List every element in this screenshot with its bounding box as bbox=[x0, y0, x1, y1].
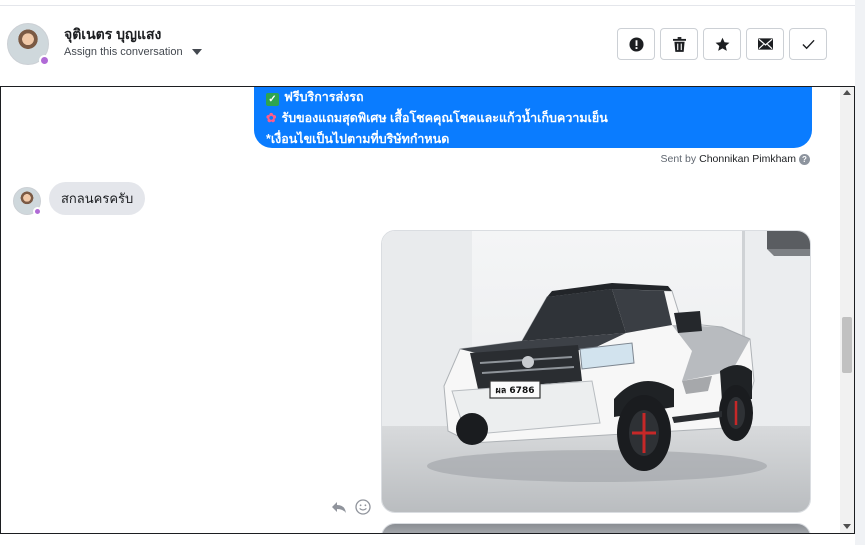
check-icon bbox=[801, 39, 815, 49]
trash-icon bbox=[672, 36, 686, 52]
image-attachment[interactable]: ผล 6786 bbox=[381, 230, 811, 513]
status-badge bbox=[33, 207, 42, 216]
mark-done-button[interactable] bbox=[789, 28, 827, 60]
contact-avatar[interactable] bbox=[7, 23, 50, 66]
conversation-header: จุติเนตร บุญแสง Assign this conversation bbox=[0, 7, 855, 85]
scroll-up-arrow-icon[interactable] bbox=[843, 90, 851, 95]
thread-scrollbar[interactable] bbox=[840, 87, 854, 533]
contact-avatar-small[interactable] bbox=[13, 187, 42, 216]
incoming-message-bubble[interactable]: สกลนครครับ bbox=[49, 182, 146, 215]
message-thread[interactable]: ✓ ฟรีบริการส่งรถ ✿ รับของแถมสุดพิเศษ เสื้อ… bbox=[0, 86, 855, 534]
message-line: ✓ ฟรีบริการส่งรถ bbox=[266, 87, 798, 108]
contact-name[interactable]: จุติเนตร บุญแสง bbox=[64, 24, 161, 46]
exclamation-circle-icon bbox=[628, 36, 644, 52]
check-mark-emoji-icon: ✓ bbox=[266, 93, 279, 106]
ribbon-emoji-icon: ✿ bbox=[266, 111, 277, 125]
mark-as-spam-button[interactable] bbox=[617, 28, 655, 60]
assign-conversation-dropdown[interactable]: Assign this conversation bbox=[64, 46, 202, 58]
scroll-down-arrow-icon[interactable] bbox=[843, 524, 851, 529]
reply-icon[interactable] bbox=[331, 499, 347, 515]
assign-label: Assign this conversation bbox=[64, 46, 183, 58]
question-circle-icon[interactable]: ? bbox=[799, 153, 810, 165]
outgoing-message-bubble[interactable]: ✓ ฟรีบริการส่งรถ ✿ รับของแถมสุดพิเศษ เสื้อ… bbox=[254, 87, 812, 148]
mark-unread-button[interactable] bbox=[746, 28, 784, 60]
pickup-truck-photo: ผล 6786 bbox=[382, 231, 810, 512]
license-plate: ผล 6786 bbox=[496, 386, 535, 396]
message-line: *เงื่อนไขเป็นไปตามที่บริษัทกำหนด bbox=[266, 132, 450, 146]
caret-down-icon bbox=[191, 49, 202, 55]
envelope-icon bbox=[757, 38, 773, 50]
image-attachment-2[interactable] bbox=[381, 523, 811, 533]
star-button[interactable] bbox=[703, 28, 741, 60]
status-badge bbox=[39, 55, 50, 66]
top-strip bbox=[0, 0, 855, 6]
star-icon bbox=[715, 37, 729, 51]
sent-by-label: Sent by Chonnikan Pimkham ? bbox=[661, 153, 810, 165]
delete-button[interactable] bbox=[660, 28, 698, 60]
conversation-actions bbox=[617, 28, 827, 60]
emoji-react-icon[interactable] bbox=[355, 499, 371, 515]
message-line: ✿ รับของแถมสุดพิเศษ เสื้อโชคคุณโชคและแก้ว… bbox=[266, 108, 798, 129]
scroll-thumb[interactable] bbox=[842, 317, 852, 373]
message-tools bbox=[331, 499, 371, 515]
page-scroll-gutter[interactable] bbox=[855, 0, 865, 545]
sender-name: Chonnikan Pimkham bbox=[699, 153, 796, 165]
